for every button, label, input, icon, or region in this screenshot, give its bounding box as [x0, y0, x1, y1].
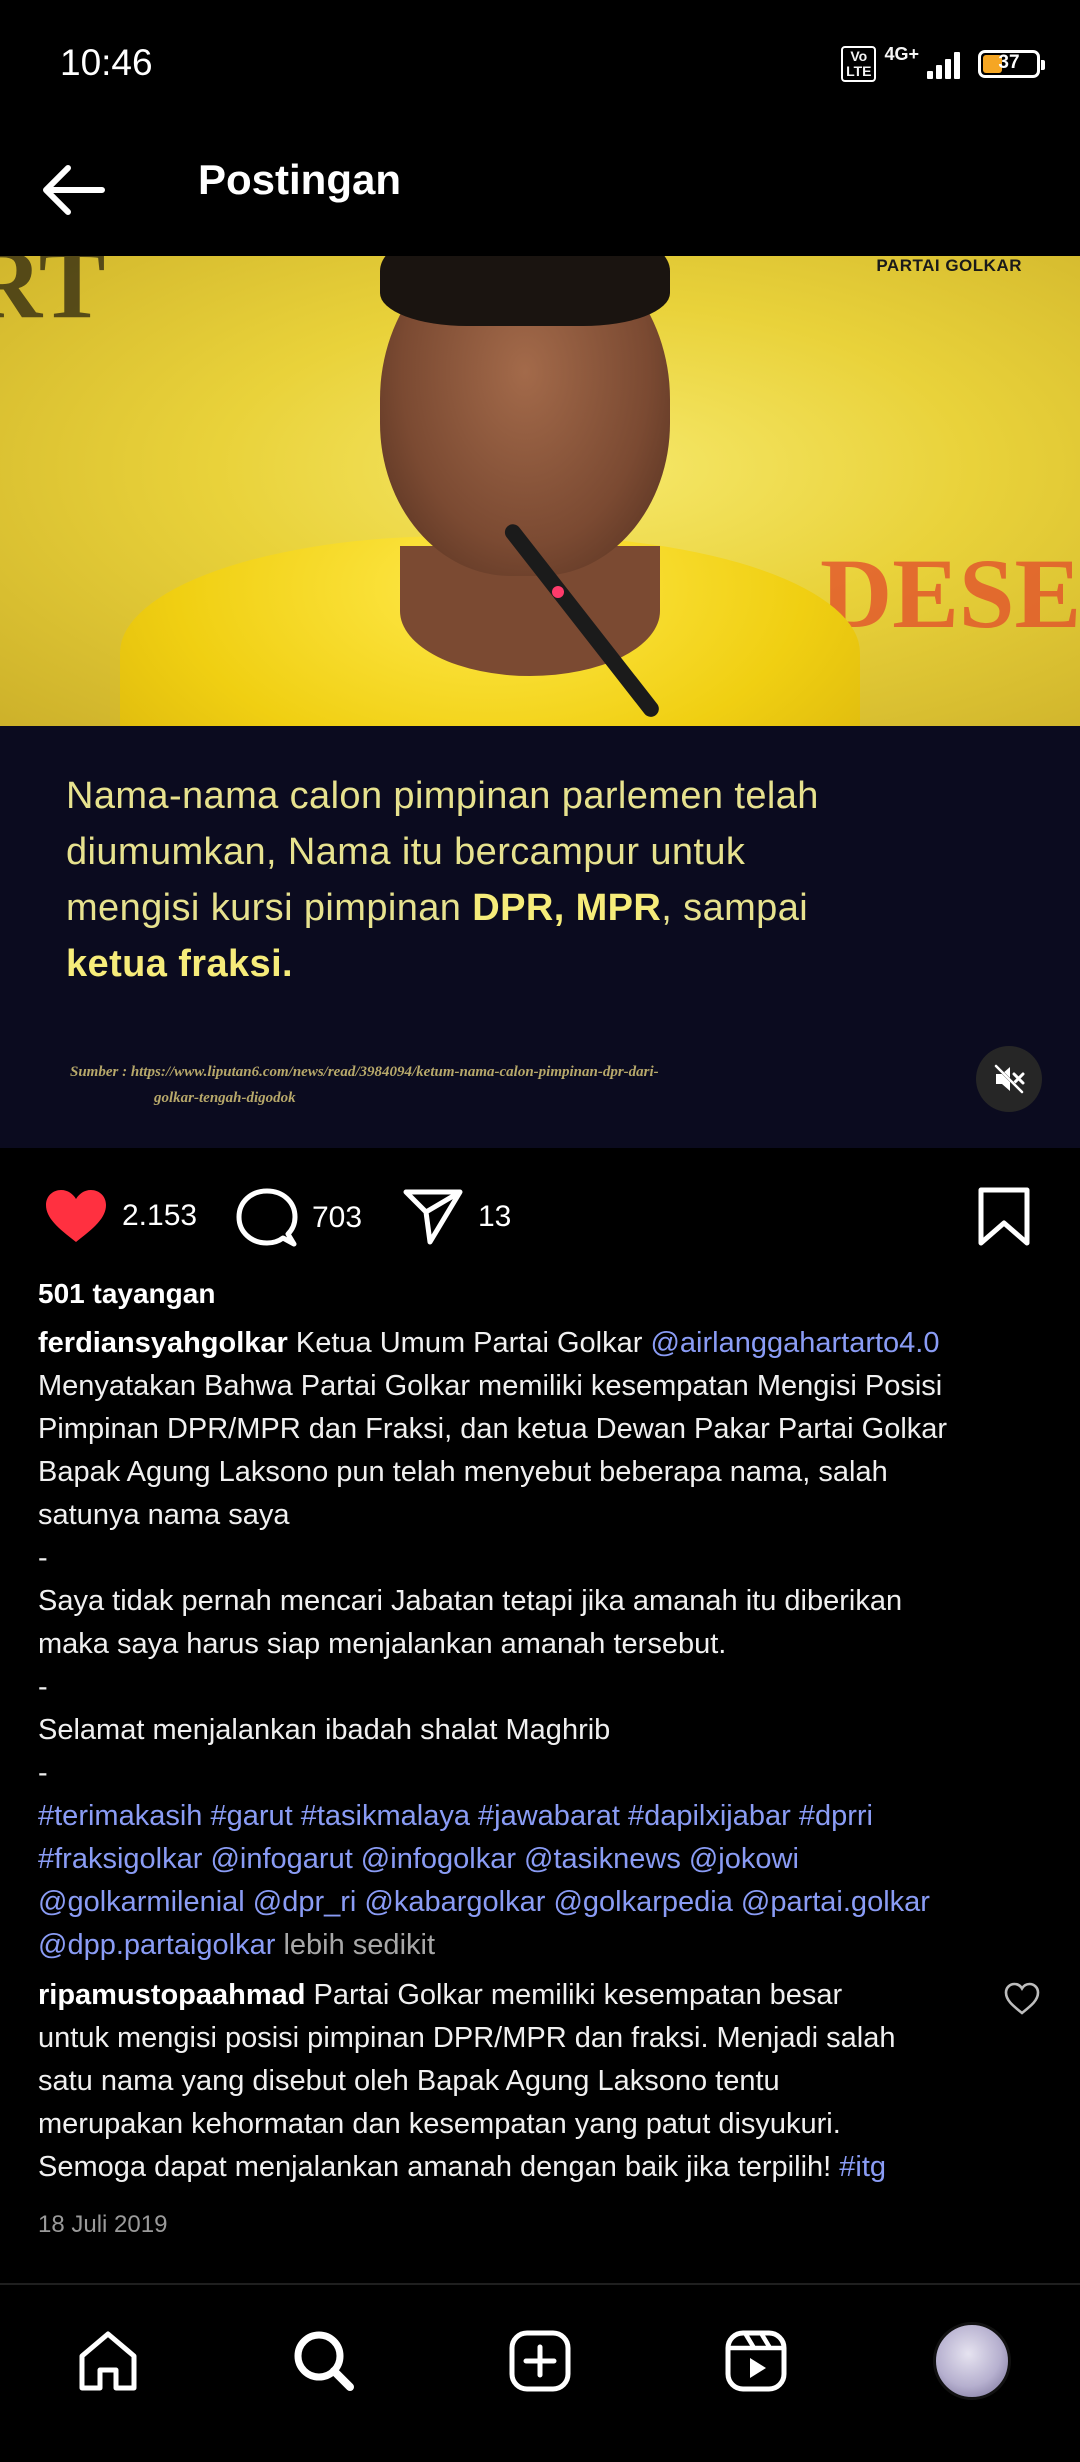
bottom-navigation	[0, 2283, 1080, 2462]
post-caption: ferdiansyahgolkar Ketua Umum Partai Golk…	[38, 1322, 1048, 1967]
caption-text: Ketua Umum Partai Golkar	[287, 1327, 651, 1359]
source-citation: Sumber : https://www.liputan6.com/news/r…	[70, 1059, 990, 1111]
profile-avatar	[933, 2322, 1011, 2400]
volte-badge: Vo LTE	[841, 45, 877, 82]
action-bar: 2.153 703 13	[0, 1148, 1080, 1278]
heart-filled-icon	[46, 1190, 106, 1242]
hashtag-line[interactable]: #fraksigolkar @infogarut @infogolkar @ta…	[38, 1838, 1048, 1881]
caption-text: satunya nama saya	[38, 1499, 290, 1531]
post-media[interactable]: RT DESEN PARTAI GOLKAR Nama-nama calon p…	[0, 256, 1080, 1148]
caption-text: Saya tidak pernah mencari Jabatan tetapi…	[38, 1585, 903, 1617]
speaker-muted-icon	[993, 1063, 1025, 1095]
caption-part: mengisi kursi pimpinan	[66, 887, 473, 929]
watermark-label: PARTAI GOLKAR	[876, 256, 1022, 275]
caption-text: maka saya harus siap menjalankan amanah …	[38, 1628, 727, 1660]
nav-home[interactable]	[68, 2321, 148, 2401]
caption-bold-line: ketua fraksi.	[66, 943, 293, 985]
post-photo: RT DESEN PARTAI GOLKAR	[0, 256, 1080, 726]
back-button[interactable]	[38, 160, 108, 220]
comment-like-button[interactable]	[1004, 1982, 1040, 2016]
share-count: 13	[478, 1200, 512, 1233]
comment-text: Partai Golkar memiliki kesempatan besar	[305, 1979, 843, 2011]
hashtag-line[interactable]: #terimakasih #garut #tasikmalaya #jawaba…	[38, 1795, 1048, 1838]
share-button[interactable]: 13	[402, 1188, 511, 1246]
mention-link[interactable]: @airlanggahartarto4.0	[650, 1327, 939, 1359]
page-title: Postingan	[198, 156, 402, 203]
post-date: 18 Juli 2019	[38, 2211, 168, 2238]
hashtag-link[interactable]: #itg	[839, 2151, 886, 2183]
commenter-username[interactable]: ripamustopaahmad	[38, 1979, 306, 2011]
nav-profile[interactable]	[932, 2321, 1012, 2401]
signal-icon	[927, 49, 960, 79]
nav-search[interactable]	[284, 2321, 364, 2401]
nav-create[interactable]	[500, 2321, 580, 2401]
send-icon	[403, 1189, 463, 1245]
caption-text: Menyatakan Bahwa Partai Golkar memiliki …	[38, 1370, 943, 1402]
status-time: 10:46	[60, 42, 153, 83]
network-type: 4G+	[884, 44, 919, 64]
comment-bubble-icon	[236, 1188, 298, 1247]
mention-link[interactable]: @dpp.partaigolkar	[38, 1929, 275, 1961]
caption-line: mengisi kursi pimpinan DPR, MPR, sampai	[66, 880, 1026, 936]
comment-button[interactable]: 703	[236, 1188, 362, 1248]
background-banner-text: DESEN	[820, 538, 1080, 649]
comment-count: 703	[312, 1201, 363, 1234]
caption-line: Nama-nama calon pimpinan parlemen telah	[66, 775, 819, 817]
search-icon	[294, 2331, 354, 2391]
caption-first-line: ferdiansyahgolkar Ketua Umum Partai Golk…	[38, 1322, 1048, 1365]
image-caption-area: Nama-nama calon pimpinan parlemen telah …	[0, 726, 1080, 1148]
bookmark-icon	[978, 1187, 1030, 1246]
caption-part: , sampai	[661, 887, 809, 929]
comment-text: Semoga dapat menjalankan amanah dengan b…	[38, 2151, 840, 2183]
create-icon	[509, 2330, 571, 2392]
show-less-link[interactable]: lebih sedikit	[275, 1929, 435, 1961]
image-caption: Nama-nama calon pimpinan parlemen telah …	[66, 768, 1026, 992]
heart-outline-icon	[1004, 1982, 1040, 2015]
source-line: golkar-tengah-digodok	[154, 1090, 296, 1106]
battery-level: 37	[998, 51, 1020, 73]
comment-text: untuk mengisi posisi pimpinan DPR/MPR da…	[38, 2022, 896, 2054]
comment-item: ripamustopaahmad Partai Golkar memiliki …	[38, 1974, 978, 2189]
view-count: 501 tayangan	[38, 1278, 216, 1309]
reels-icon	[725, 2330, 787, 2392]
mute-button[interactable]	[976, 1046, 1042, 1112]
mention-line[interactable]: @golkarmilenial @dpr_ri @kabargolkar @go…	[38, 1881, 1048, 1924]
caption-line: diumumkan, Nama itu bercampur untuk	[66, 831, 746, 873]
like-button[interactable]: 2.153	[44, 1188, 197, 1244]
caption-separator: -	[38, 1542, 48, 1574]
comment-text: satu nama yang disebut oleh Bapak Agung …	[38, 2065, 780, 2097]
caption-separator: -	[38, 1671, 48, 1703]
system-indicators: Vo LTE 4G+ 37	[841, 44, 1045, 83]
like-count: 2.153	[122, 1199, 198, 1232]
caption-separator: -	[38, 1757, 48, 1789]
source-line: Sumber : https://www.liputan6.com/news/r…	[70, 1064, 659, 1080]
caption-bold: DPR, MPR	[472, 887, 662, 929]
top-bar: Postingan	[0, 130, 1080, 256]
caption-text: Selamat menjalankan ibadah shalat Maghri…	[38, 1714, 611, 1746]
nav-reels[interactable]	[716, 2321, 796, 2401]
status-bar: 10:46 Vo LTE 4G+ 37	[0, 0, 1080, 130]
arrow-left-icon	[43, 165, 105, 215]
comment-text: merupakan kehormatan dan kesempatan yang…	[38, 2108, 841, 2140]
battery-icon: 37	[978, 49, 1045, 78]
home-icon	[79, 2331, 137, 2391]
caption-text: Pimpinan DPR/MPR dan Fraksi, dan ketua D…	[38, 1413, 948, 1445]
caption-text: Bapak Agung Laksono pun telah menyebut b…	[38, 1456, 888, 1488]
author-username[interactable]: ferdiansyahgolkar	[38, 1327, 288, 1359]
save-button[interactable]	[976, 1186, 1032, 1248]
